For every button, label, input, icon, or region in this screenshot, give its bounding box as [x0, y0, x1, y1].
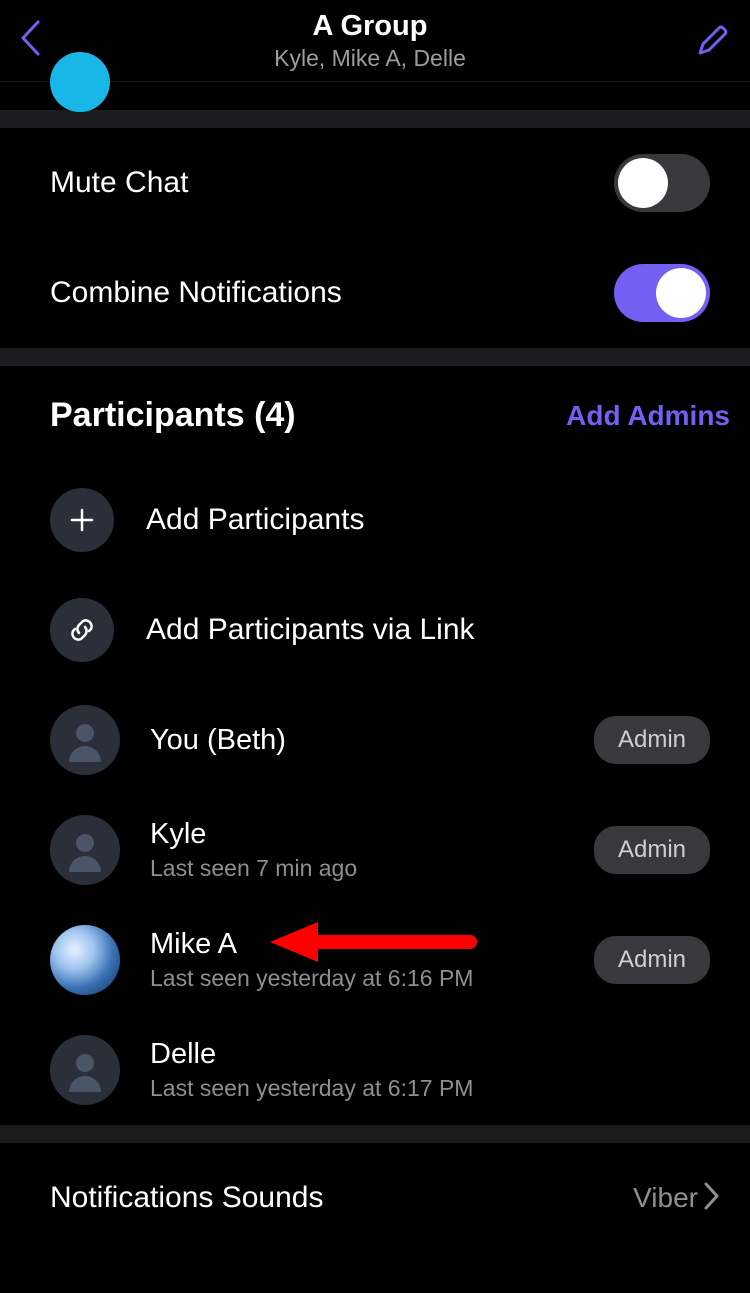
admin-badge: Admin — [594, 716, 710, 764]
chevron-right-icon — [704, 1182, 720, 1215]
participant-status: Last seen 7 min ago — [150, 855, 594, 882]
participant-row-delle[interactable]: Delle Last seen yesterday at 6:17 PM — [0, 1015, 750, 1125]
add-participants-button[interactable]: Add Participants — [0, 465, 750, 575]
combine-notifications-row: Combine Notifications — [0, 238, 750, 348]
notifications-sounds-label: Notifications Sounds — [50, 1181, 633, 1215]
admin-badge: Admin — [594, 936, 710, 984]
separator — [0, 348, 750, 366]
participants-header: Participants (4) Add Admins — [0, 366, 750, 465]
avatar — [50, 925, 120, 995]
participant-row-you[interactable]: You (Beth) Admin — [0, 685, 750, 795]
add-participants-label: Add Participants — [146, 503, 364, 537]
avatar — [50, 815, 120, 885]
link-icon — [50, 598, 114, 662]
combine-notifications-label: Combine Notifications — [50, 276, 614, 310]
add-via-link-label: Add Participants via Link — [146, 613, 475, 647]
separator — [0, 1125, 750, 1143]
participant-name: Delle — [150, 1038, 710, 1071]
participant-row-kyle[interactable]: Kyle Last seen 7 min ago Admin — [0, 795, 750, 905]
separator — [0, 110, 750, 128]
add-via-link-button[interactable]: Add Participants via Link — [0, 575, 750, 685]
participant-name: Mike A — [150, 928, 594, 961]
partial-avatar — [50, 52, 110, 112]
combine-toggle[interactable] — [614, 264, 710, 322]
participant-status: Last seen yesterday at 6:17 PM — [150, 1075, 710, 1102]
avatar — [50, 705, 120, 775]
participant-name: Kyle — [150, 818, 594, 851]
add-admins-button[interactable]: Add Admins — [566, 400, 730, 432]
plus-icon — [50, 488, 114, 552]
participant-name: You (Beth) — [150, 724, 594, 757]
mute-chat-label: Mute Chat — [50, 166, 614, 200]
page-subtitle: Kyle, Mike A, Delle — [274, 45, 466, 72]
back-icon[interactable] — [20, 20, 50, 61]
page-title: A Group — [313, 10, 428, 43]
participants-title: Participants (4) — [50, 396, 566, 435]
avatar — [50, 1035, 120, 1105]
notifications-sounds-value: Viber — [633, 1182, 698, 1214]
notifications-sounds-row[interactable]: Notifications Sounds Viber — [0, 1143, 750, 1253]
participant-row-mike[interactable]: Mike A Last seen yesterday at 6:16 PM Ad… — [0, 905, 750, 1015]
edit-icon[interactable] — [690, 23, 730, 59]
admin-badge: Admin — [594, 826, 710, 874]
partial-row — [0, 82, 750, 110]
mute-toggle[interactable] — [614, 154, 710, 212]
mute-chat-row: Mute Chat — [0, 128, 750, 238]
participant-status: Last seen yesterday at 6:16 PM — [150, 965, 594, 992]
